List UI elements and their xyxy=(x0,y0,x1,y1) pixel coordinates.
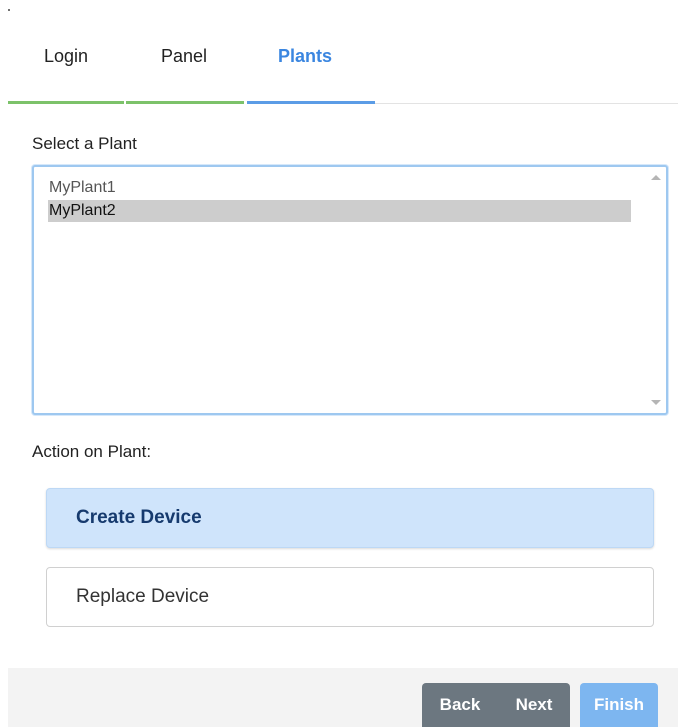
action-on-plant-label: Action on Plant: xyxy=(32,442,152,461)
wizard-footer: Back Next Finish xyxy=(8,668,678,727)
tab-login-underline xyxy=(8,101,124,104)
tab-panel[interactable]: Panel xyxy=(126,40,242,102)
next-button[interactable]: Next xyxy=(498,683,570,727)
tab-panel-underline xyxy=(126,101,244,104)
tab-login[interactable]: Login xyxy=(8,40,124,102)
tab-divider xyxy=(375,103,678,104)
replace-device-button[interactable]: Replace Device xyxy=(46,567,654,627)
wizard-tabs: Login Panel Plants xyxy=(8,40,678,104)
scroll-down-arrow-icon[interactable] xyxy=(651,400,661,405)
listbox-scrollbar[interactable] xyxy=(648,169,664,411)
finish-button[interactable]: Finish xyxy=(580,683,658,727)
nav-button-group: Back Next xyxy=(422,683,570,727)
create-device-button[interactable]: Create Device xyxy=(46,488,654,548)
corner-dot xyxy=(8,9,10,11)
plant-listbox[interactable]: MyPlant1 MyPlant2 xyxy=(32,165,668,415)
select-plant-label: Select a Plant xyxy=(32,134,137,153)
tab-plants-underline xyxy=(247,101,375,104)
list-item-myplant1[interactable]: MyPlant1 xyxy=(48,177,631,199)
tab-plants[interactable]: Plants xyxy=(247,40,363,102)
list-item-myplant2[interactable]: MyPlant2 xyxy=(48,200,631,222)
scroll-up-arrow-icon[interactable] xyxy=(651,175,661,180)
back-button[interactable]: Back xyxy=(422,683,498,727)
